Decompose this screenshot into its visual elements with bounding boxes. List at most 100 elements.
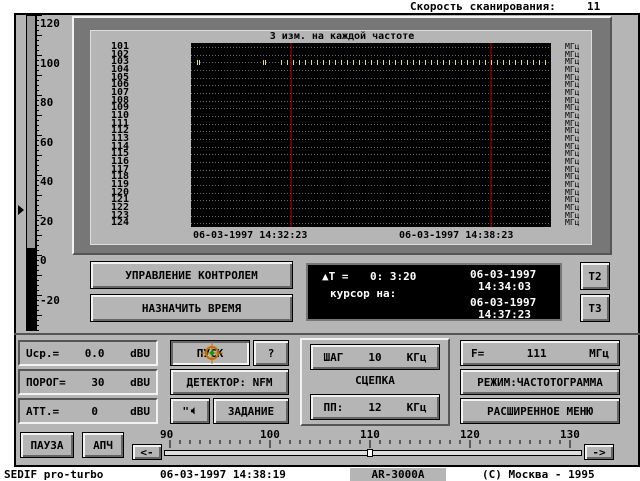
pp-button[interactable]: ПП: 12 КГц (310, 394, 440, 420)
meter-tick (36, 95, 42, 96)
meter-tick (36, 85, 39, 86)
meter-tick (36, 150, 39, 151)
meter-tick-label: 80 (40, 96, 54, 109)
f-label: F= (471, 346, 485, 360)
signal-mark (545, 60, 546, 65)
pp-value: 12 (368, 400, 382, 414)
meter-tick (36, 100, 39, 101)
u-unit: dBU (130, 346, 150, 360)
signal-mark (395, 60, 396, 65)
att-label: АТТ.= (26, 404, 60, 418)
signal-mark (521, 60, 522, 65)
frequency-button[interactable]: F= 111 МГц (460, 340, 620, 366)
signal-mark (443, 60, 444, 65)
signal-mark (335, 60, 336, 65)
scan-speed-value: 11 (586, 0, 601, 13)
meter-tick (36, 110, 39, 111)
f-unit: МГц (589, 346, 609, 360)
meter-tick (36, 195, 42, 196)
copyright: (C) Москва - 1995 (482, 468, 595, 481)
signal-mark (383, 60, 384, 65)
meter-tick (36, 140, 39, 141)
meter-tick (36, 280, 39, 281)
threshold-unit: dBU (130, 375, 150, 389)
speaker-icon: 🔈︎ (191, 404, 198, 417)
signal-mark (353, 60, 354, 65)
meter-tick (36, 200, 39, 201)
scale-right-button[interactable]: -> (584, 444, 614, 460)
signal-mark (449, 60, 450, 65)
time-info-box: ▲Т = 0: 3:20 06-03-1997 14:34:03 курсор … (306, 263, 562, 321)
meter-tick (36, 135, 42, 136)
scale-left-button[interactable]: <- (132, 444, 162, 460)
signal-mark (371, 60, 372, 65)
signal-mark (497, 60, 498, 65)
step-panel: ШАГ 10 КГц СЦЕПКА ПП: 12 КГц (300, 338, 450, 426)
meter-tick (36, 80, 39, 81)
t3-button[interactable]: Т3 (580, 294, 610, 322)
manage-control-button[interactable]: УПРАВЛЕНИЕ КОНТРОЛЕМ (90, 261, 293, 289)
apch-button[interactable]: АПЧ (82, 432, 124, 458)
task-button[interactable]: ЗАДАНИЕ (213, 398, 289, 424)
cursor-label: курсор на: (330, 287, 397, 300)
meter-tick (36, 25, 39, 26)
scale-track[interactable] (164, 449, 582, 457)
signal-mark (341, 60, 342, 65)
level-meter: 120 100 80 60 40 20 0 -20 (16, 15, 66, 333)
meter-tick (36, 165, 39, 166)
scale-thumb[interactable] (366, 449, 373, 457)
mode-button[interactable]: РЕЖИМ:ЧАСТОТОГРАММА (460, 369, 620, 395)
frequency-label: 124 (111, 217, 130, 229)
signal-mark (467, 60, 468, 65)
meter-tick (36, 245, 39, 246)
u-field[interactable]: Uср.= 0.0 dBU (18, 340, 158, 366)
meter-tick (36, 75, 42, 76)
divider (14, 333, 640, 335)
frequency-scale: 90 100 110 120 130 <- -> (130, 428, 614, 464)
step-button[interactable]: ШАГ 10 КГц (310, 344, 440, 370)
meter-tick (36, 285, 39, 286)
meter-tick (36, 15, 42, 16)
meter-tick-label: 100 (40, 56, 60, 70)
pp-label: ПП: (323, 400, 344, 414)
meter-tick (36, 70, 39, 71)
meter-tick (36, 45, 39, 46)
meter-tick-label: 120 (40, 17, 60, 30)
step-unit: КГц (406, 350, 427, 364)
spectrum-plot[interactable] (191, 43, 551, 227)
detector-button[interactable]: ДЕТЕКТОР: NFM (170, 369, 289, 395)
time1-clock: 14:34:03 (478, 280, 531, 293)
signal-mark (539, 60, 540, 65)
time-right: 06-03-1997 14:38:23 (399, 230, 514, 241)
pause-button[interactable]: ПАУЗА (20, 432, 74, 458)
signal-mark (377, 60, 378, 65)
signal-mark (305, 60, 306, 65)
att-field[interactable]: АТТ.= 0 dBU (18, 398, 158, 424)
meter-tick-label: 20 (40, 214, 54, 228)
time2-clock: 14:37:23 (478, 308, 531, 321)
signal-mark (329, 60, 330, 65)
u-value: 0.0 (84, 346, 105, 360)
meter-tick (36, 120, 39, 121)
help-button[interactable]: ? (253, 340, 289, 366)
meter-tick (36, 310, 39, 311)
step-label: ШАГ (323, 350, 344, 364)
meter-tick (36, 235, 42, 236)
meter-tick (36, 320, 39, 321)
meter-tick (36, 220, 39, 221)
assign-time-button[interactable]: НАЗНАЧИТЬ ВРЕМЯ (90, 294, 293, 322)
signal-mark (359, 60, 360, 65)
meter-tick-label: 40 (40, 175, 54, 188)
u-label: Uср.= (26, 346, 60, 360)
meter-tick (36, 250, 39, 251)
meter-tick (36, 330, 39, 331)
meter-tick (36, 290, 39, 291)
start-button[interactable]: ПУСК (170, 340, 250, 366)
extended-menu-button[interactable]: РАСШИРЕННОЕ МЕНЮ (460, 398, 620, 424)
meter-tick (36, 230, 39, 231)
delta-t-label: ▲Т = (322, 270, 349, 283)
sound-button[interactable]: " 🔈︎ (170, 398, 210, 424)
t2-button[interactable]: Т2 (580, 262, 610, 290)
threshold-field[interactable]: ПОРОГ= 30 dBU (18, 369, 158, 395)
meter-tick-label: 60 (40, 135, 54, 149)
